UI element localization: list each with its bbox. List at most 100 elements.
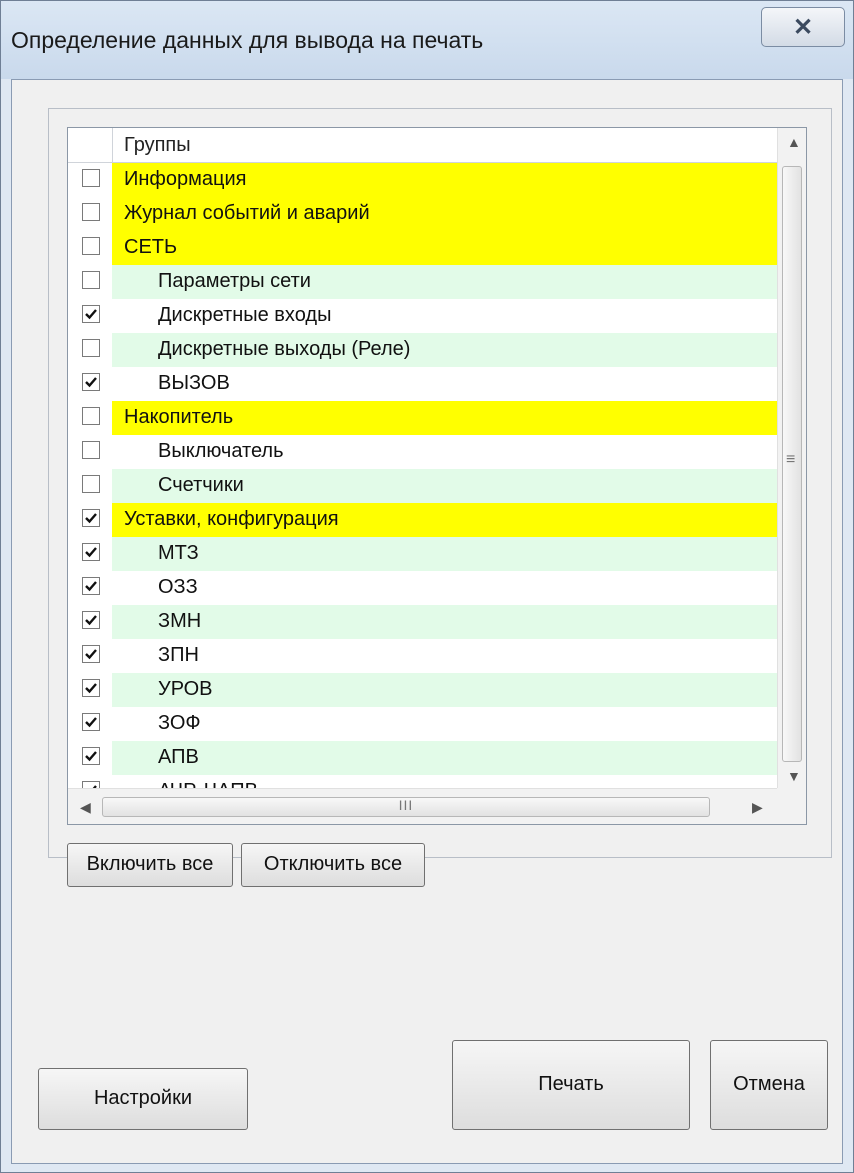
checkbox-checked[interactable]	[82, 645, 100, 663]
checkmark-icon	[85, 513, 97, 524]
settings-button[interactable]: Настройки	[38, 1068, 248, 1130]
close-icon: ✕	[792, 14, 814, 41]
checkbox-checked[interactable]	[82, 747, 100, 765]
cancel-button[interactable]: Отмена	[710, 1040, 828, 1130]
checkbox-checked[interactable]	[82, 373, 100, 391]
scroll-grip-icon: ≡	[786, 451, 796, 468]
groups-groupbox: Группы Информация Журнал событий и аварий…	[48, 108, 832, 887]
horizontal-scrollbar[interactable]: ◀ III ▶	[68, 788, 777, 824]
tree-row[interactable]: Информация	[68, 163, 777, 197]
row-label: Дискретные входы	[158, 304, 332, 326]
tree-row[interactable]: Параметры сети	[68, 265, 777, 299]
row-background	[112, 571, 777, 605]
tree-row[interactable]: ЗОФ	[68, 707, 777, 741]
disable-all-label: Отключить все	[263, 853, 403, 875]
tree-header: Группы	[68, 128, 777, 163]
checkbox-unchecked[interactable]	[82, 203, 100, 221]
tree-row[interactable]: СЕТЬ	[68, 231, 777, 265]
checkmark-icon	[85, 717, 97, 728]
checkbox-checked[interactable]	[82, 679, 100, 697]
tree-row[interactable]: Накопитель	[68, 401, 777, 435]
row-label: Журнал событий и аварий	[124, 202, 370, 224]
title-bar: Определение данных для вывода на печать …	[1, 1, 853, 79]
row-label: МТЗ	[158, 542, 199, 564]
vertical-scrollbar[interactable]: ▲ ≡ ▼	[777, 128, 806, 788]
tree-row[interactable]: ОЗЗ	[68, 571, 777, 605]
checkbox-unchecked[interactable]	[82, 237, 100, 255]
scroll-grip-icon: III	[398, 797, 414, 813]
checkmark-icon	[85, 615, 97, 626]
tree-row[interactable]: ЗМН	[68, 605, 777, 639]
row-label: Выключатель	[158, 440, 284, 462]
scroll-right-arrow-icon[interactable]: ▶	[752, 799, 763, 816]
row-label: ОЗЗ	[158, 576, 198, 598]
row-label: Накопитель	[124, 406, 234, 428]
checkmark-icon	[85, 683, 97, 694]
tree-row[interactable]: ЗПН	[68, 639, 777, 673]
row-label: СЕТЬ	[124, 236, 178, 258]
checkbox-unchecked[interactable]	[82, 407, 100, 425]
checkmark-icon	[85, 581, 97, 592]
checkbox-checked[interactable]	[82, 305, 100, 323]
tree-row[interactable]: Выключатель	[68, 435, 777, 469]
disable-all-button[interactable]: Отключить все	[241, 843, 425, 887]
tree-row[interactable]: ВЫЗОВ	[68, 367, 777, 401]
checkbox-unchecked[interactable]	[82, 271, 100, 289]
row-label: Информация	[124, 168, 247, 190]
scroll-left-arrow-icon[interactable]: ◀	[80, 799, 91, 816]
checkbox-checked[interactable]	[82, 577, 100, 595]
checkmark-icon	[85, 309, 97, 320]
tree-row[interactable]: Дискретные входы	[68, 299, 777, 333]
enable-all-button[interactable]: Включить все	[67, 843, 233, 887]
tree-row[interactable]: МТЗ	[68, 537, 777, 571]
print-label: Печать	[538, 1073, 604, 1095]
row-background	[112, 537, 777, 571]
row-label: Параметры сети	[158, 270, 311, 292]
row-background	[112, 639, 777, 673]
checkmark-icon	[85, 751, 97, 762]
groups-tree-list[interactable]: Группы Информация Журнал событий и аварий…	[67, 127, 807, 825]
scroll-down-arrow-icon[interactable]: ▼	[787, 768, 801, 784]
print-data-dialog: Определение данных для вывода на печать …	[0, 0, 854, 1173]
enable-all-label: Включить все	[86, 853, 214, 875]
checkmark-icon	[85, 547, 97, 558]
column-header-groups[interactable]: Группы	[124, 134, 191, 157]
row-label: Дискретные выходы (Реле)	[158, 338, 411, 360]
row-background	[112, 741, 777, 775]
vertical-scroll-thumb[interactable]: ≡	[782, 166, 802, 762]
checkbox-checked[interactable]	[82, 713, 100, 731]
row-label: ВЫЗОВ	[158, 372, 230, 394]
window-title: Определение данных для вывода на печать	[11, 27, 484, 53]
checkbox-checked[interactable]	[82, 509, 100, 527]
checkbox-checked[interactable]	[82, 611, 100, 629]
header-separator	[112, 128, 113, 162]
checkbox-unchecked[interactable]	[82, 475, 100, 493]
row-label: УРОВ	[158, 678, 213, 700]
close-button[interactable]: ✕	[761, 7, 845, 47]
row-label: ЗПН	[158, 644, 199, 666]
tree-row[interactable]: Дискретные выходы (Реле)	[68, 333, 777, 367]
row-background	[112, 605, 777, 639]
checkmark-icon	[85, 377, 97, 388]
row-background	[112, 707, 777, 741]
scroll-up-arrow-icon[interactable]: ▲	[787, 134, 801, 150]
checkbox-unchecked[interactable]	[82, 339, 100, 357]
tree-row[interactable]: Уставки, конфигурация	[68, 503, 777, 537]
scroll-corner	[777, 788, 806, 824]
row-label: АПВ	[158, 746, 199, 768]
checkbox-unchecked[interactable]	[82, 441, 100, 459]
checkmark-icon	[85, 649, 97, 660]
row-label: ЗМН	[158, 610, 202, 632]
cancel-label: Отмена	[733, 1073, 805, 1095]
tree-row[interactable]: Счетчики	[68, 469, 777, 503]
tree-row[interactable]: Журнал событий и аварий	[68, 197, 777, 231]
tree-row[interactable]: АПВ	[68, 741, 777, 775]
checkbox-unchecked[interactable]	[82, 169, 100, 187]
row-label: Счетчики	[158, 474, 244, 496]
settings-label: Настройки	[93, 1087, 193, 1109]
row-label: ЗОФ	[158, 712, 201, 734]
checkbox-checked[interactable]	[82, 543, 100, 561]
horizontal-scroll-thumb[interactable]: III	[102, 797, 710, 817]
print-button[interactable]: Печать	[452, 1040, 690, 1130]
tree-row[interactable]: УРОВ	[68, 673, 777, 707]
